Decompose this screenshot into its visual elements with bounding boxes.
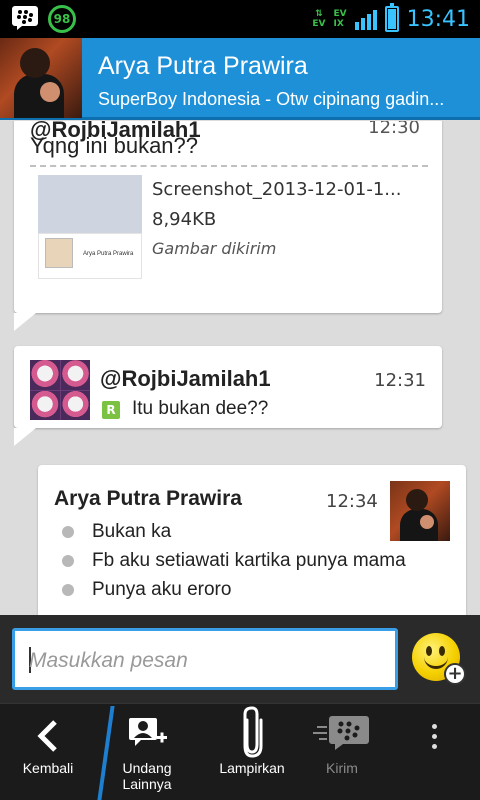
status-bar: 98 ⇅ EV EV IX 13:41 (0, 0, 480, 38)
bullet-icon (62, 583, 74, 596)
invite-label-line2: Lainnya (122, 776, 172, 792)
more-vertical-icon (431, 723, 437, 749)
attachment-divider (30, 165, 428, 167)
message-lines: Bukan ka Fb aku setiawati kartika punya … (62, 517, 462, 604)
message-input[interactable]: Masukkan pesan (12, 628, 398, 690)
send-button[interactable]: Kirim (300, 704, 384, 800)
message-composer: Masukkan pesan + (0, 615, 480, 703)
send-button-label: Kirim (326, 760, 358, 776)
bullet-icon (62, 554, 74, 567)
overflow-menu-button[interactable] (414, 704, 454, 800)
add-contact-icon (129, 718, 167, 746)
bullet-icon (62, 525, 74, 538)
invite-label-line1: Undang (122, 760, 172, 776)
back-button-label: Kembali (22, 760, 74, 776)
attachment-file-name: Screenshot_2013-12-01-1... (152, 179, 402, 200)
thumbnail-caption: Arya Putra Prawira (83, 251, 134, 257)
contact-name: Arya Putra Prawira (98, 52, 308, 80)
sender-avatar[interactable] (30, 360, 90, 420)
message-line: Punya aku eroro (62, 575, 462, 604)
chat-header[interactable]: Arya Putra Prawira SuperBoy Indonesia - … (0, 38, 480, 120)
thumbnail-profile-picture (45, 238, 73, 268)
paperclip-icon (243, 706, 263, 758)
message-time: 12:34 (326, 491, 378, 512)
message-text: Yqng ini bukan?? (30, 133, 199, 158)
message-input-placeholder: Masukkan pesan (29, 649, 188, 672)
attachment-status: Gambar dikirim (152, 239, 277, 258)
battery-icon (384, 3, 399, 32)
message-time: 12:30 (368, 121, 420, 138)
chevron-left-icon (37, 720, 57, 752)
message-time: 12:31 (374, 370, 426, 391)
message-sender: @RojbiJamilah1 (100, 366, 271, 391)
clock: 13:41 (406, 6, 470, 32)
message-bubble[interactable]: @RojbiJamilah1 12:31 R Itu bukan dee?? (14, 346, 442, 428)
read-status-icon: R (102, 401, 120, 419)
network-type-icon: EV IX (333, 9, 347, 29)
bubble-tail (14, 428, 36, 446)
contact-status-message: SuperBoy Indonesia - Otw cipinang gadin.… (98, 89, 445, 109)
attachment-file-size: 8,94KB (152, 209, 217, 230)
message-text: Itu bukan dee?? (132, 398, 269, 419)
message-line: Fb aku setiawati kartika punya mama (62, 546, 462, 575)
attachment-thumbnail[interactable]: Arya Putra Prawira (38, 175, 142, 279)
message-line: Bukan ka (62, 517, 462, 546)
emoticon-icon[interactable]: + (412, 633, 466, 685)
contact-avatar[interactable] (0, 38, 82, 118)
message-bubble[interactable]: Arya Putra Prawira 12:34 Bukan ka Fb aku… (38, 465, 466, 615)
message-bubble[interactable]: @RojbiJamilah1 12:30 Yqng ini bukan?? Ar… (14, 121, 442, 313)
chat-history[interactable]: @RojbiJamilah1 12:30 Yqng ini bukan?? Ar… (0, 121, 480, 615)
signal-strength-icon (354, 8, 377, 30)
bbm-send-icon (313, 716, 369, 750)
add-icon: + (444, 663, 466, 685)
bubble-tail (14, 313, 36, 331)
invite-others-button[interactable]: Undang Lainnya (108, 704, 186, 800)
attach-button[interactable]: Lampirkan (210, 704, 294, 800)
back-button[interactable]: Kembali (0, 704, 96, 800)
message-sender: Arya Putra Prawira (54, 487, 242, 510)
attach-button-label: Lampirkan (219, 760, 285, 776)
data-transfer-icon: ⇅ EV (312, 9, 326, 29)
bbm-notification-icon (12, 6, 38, 30)
battery-level-badge: 98 (48, 5, 76, 33)
status-icons: ⇅ EV EV IX 13:41 (312, 2, 470, 36)
action-bar: Kembali Undang Lainnya Lampirkan Kirim (0, 703, 480, 800)
